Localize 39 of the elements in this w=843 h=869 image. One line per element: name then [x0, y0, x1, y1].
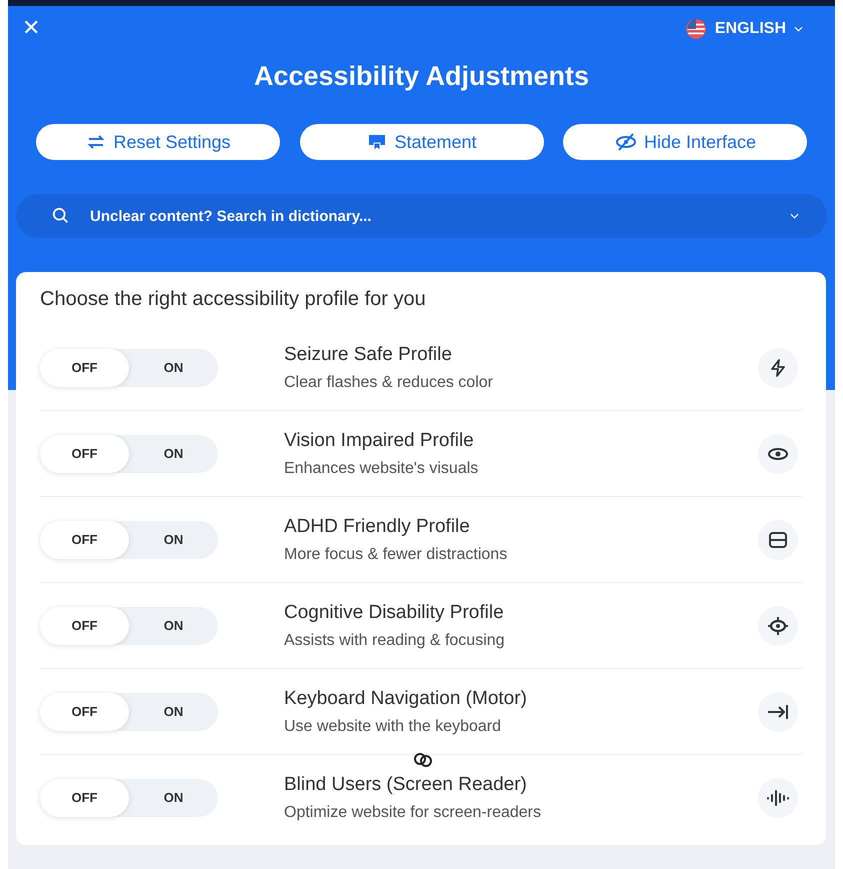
action-button[interactable]: Statement	[300, 124, 544, 160]
target-icon	[767, 614, 789, 636]
profile-title: Seizure Safe Profile	[284, 344, 453, 366]
lightning-icon	[768, 358, 788, 378]
search-icon	[52, 207, 70, 225]
close-button[interactable]: ✕	[16, 16, 46, 41]
profile-description: More focus & fewer distractions	[284, 546, 508, 564]
profile-description: Clear flashes & reduces color	[284, 374, 494, 392]
profile-description: Use website with the keyboard	[284, 718, 502, 736]
on-off-toggle[interactable]: OFF ON	[40, 778, 218, 816]
search-input[interactable]: Unclear content? Search in dictionary...	[88, 206, 772, 226]
on-off-toggle[interactable]: OFF ON	[40, 520, 218, 558]
profile-title: Keyboard Navigation (Motor)	[284, 688, 528, 710]
search-field[interactable]: Unclear content? Search in dictionary...	[16, 194, 827, 238]
on-off-toggle[interactable]: OFF ON	[40, 434, 218, 472]
panel-title: Accessibility Adjustments	[252, 61, 590, 92]
eye-slash-icon	[614, 132, 638, 152]
profile-title: ADHD Friendly Profile	[284, 516, 471, 538]
profile-title: Cognitive Disability Profile	[284, 602, 505, 624]
on-off-toggle[interactable]: OFF ON	[40, 692, 218, 730]
profile-description: Optimize website for screen-readers	[284, 804, 542, 822]
language-selector[interactable]: ENGLISH	[678, 16, 809, 40]
action-button[interactable]: Hide Interface	[563, 124, 807, 160]
flag-icon	[684, 18, 707, 40]
profile-title: Vision Impaired Profile	[284, 430, 475, 452]
sound-wave-icon	[766, 788, 790, 806]
profile-description: Enhances website's visuals	[284, 460, 480, 478]
link-icon[interactable]	[412, 752, 434, 768]
on-off-toggle[interactable]: OFF ON	[40, 348, 218, 386]
chevron-down-icon	[794, 26, 803, 32]
card-heading: Choose the right accessibility profile for you	[40, 288, 427, 311]
profile-title: Blind Users (Screen Reader)	[284, 774, 528, 796]
arrow-to-bar-icon	[766, 702, 790, 720]
eye-icon	[767, 446, 789, 460]
on-off-toggle[interactable]: OFF ON	[40, 606, 218, 644]
frame-icon	[768, 530, 788, 548]
chevron-down-icon[interactable]	[790, 213, 799, 219]
profile-description: Assists with reading & focusing	[284, 632, 506, 650]
action-button[interactable]: Reset Settings	[36, 124, 280, 160]
